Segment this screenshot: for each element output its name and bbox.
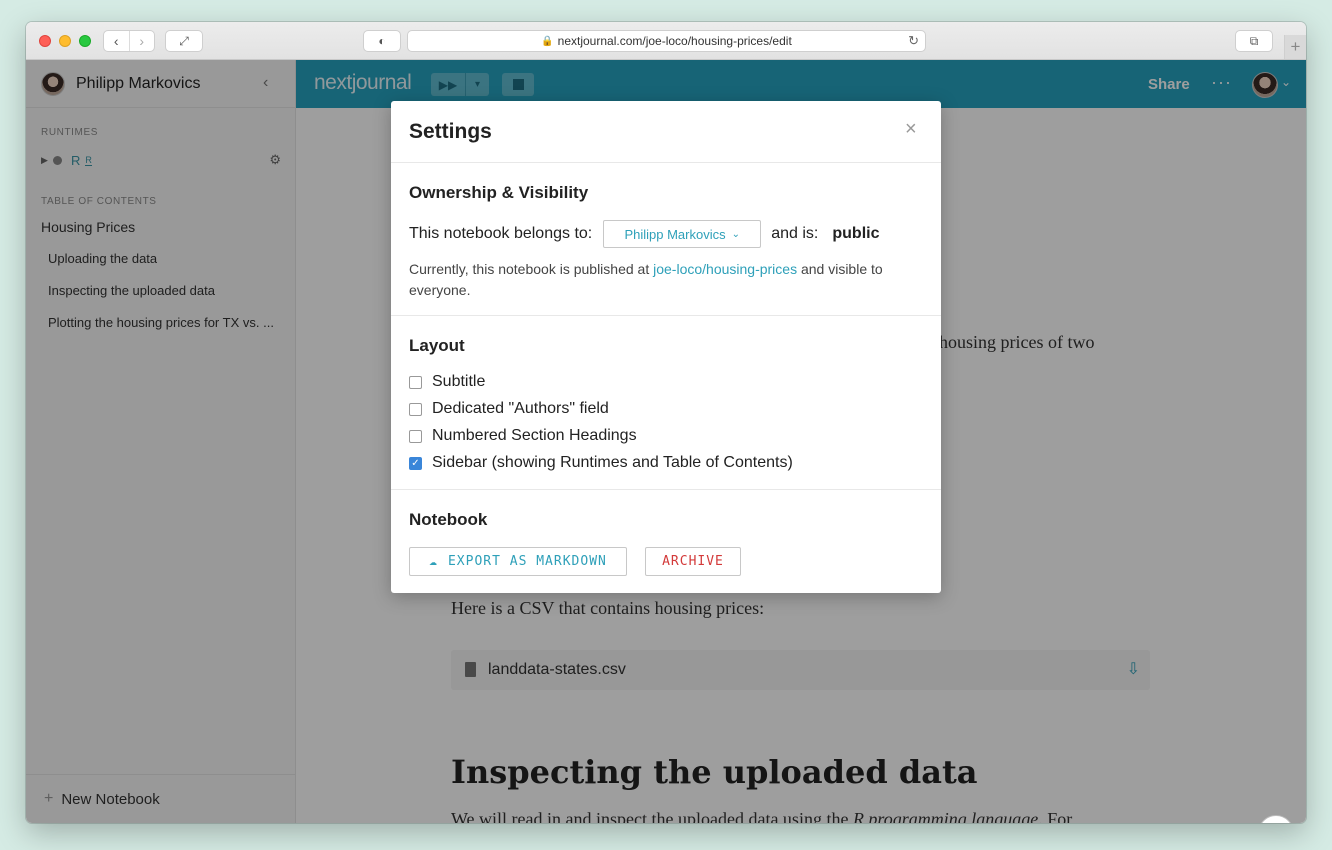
option-label: Numbered Section Headings bbox=[432, 427, 637, 444]
tab-overview-button[interactable]: ⧉ bbox=[1235, 30, 1273, 52]
ownership-section: Ownership & Visibility This notebook bel… bbox=[391, 163, 941, 316]
lock-icon: 🔒 bbox=[541, 35, 554, 47]
forward-button[interactable]: › bbox=[128, 31, 155, 51]
owner-value: Philipp Markovics bbox=[624, 226, 726, 242]
notebook-section: Notebook ☁ EXPORT AS MARKDOWN ARCHIVE bbox=[391, 490, 941, 593]
layout-option-authors[interactable]: Dedicated "Authors" field bbox=[409, 400, 609, 418]
dialog-header: Settings × bbox=[391, 101, 941, 163]
layout-option-sidebar[interactable]: ✓ Sidebar (showing Runtimes and Table of… bbox=[409, 454, 793, 472]
window-minimize-button[interactable] bbox=[59, 35, 71, 47]
publish-note: Currently, this notebook is published at… bbox=[409, 259, 919, 301]
reload-icon[interactable]: ↻ bbox=[908, 33, 919, 49]
toggle-icon: ◐ bbox=[378, 34, 386, 48]
back-button[interactable]: ‹ bbox=[104, 31, 129, 51]
layout-option-subtitle[interactable]: Subtitle bbox=[409, 373, 485, 391]
browser-toolbar: ‹ › ⤢ ◐ 🔒 nextjournal.com/joe-loco/housi… bbox=[26, 22, 1306, 60]
note-text: Currently, this notebook is published at bbox=[409, 261, 654, 277]
layout-option-numbered-headings[interactable]: Numbered Section Headings bbox=[409, 427, 637, 445]
ownership-heading: Ownership & Visibility bbox=[409, 183, 589, 202]
belongs-label: This notebook belongs to: bbox=[409, 225, 593, 242]
tabs-icon: ⧉ bbox=[1249, 33, 1259, 48]
checkbox[interactable] bbox=[409, 429, 422, 443]
export-markdown-button[interactable]: ☁ EXPORT AS MARKDOWN bbox=[409, 547, 627, 576]
address-bar[interactable]: 🔒 nextjournal.com/joe-loco/housing-price… bbox=[407, 30, 926, 52]
archive-button[interactable]: ARCHIVE bbox=[645, 547, 741, 576]
and-is-label: and is: bbox=[771, 225, 819, 242]
dialog-title: Settings bbox=[409, 120, 492, 143]
export-label: EXPORT AS MARKDOWN bbox=[447, 554, 607, 569]
checkbox[interactable]: ✓ bbox=[409, 456, 422, 470]
window-close-button[interactable] bbox=[39, 35, 51, 47]
window-maximize-button[interactable] bbox=[79, 35, 91, 47]
reader-toggle-button[interactable]: ◐ bbox=[363, 30, 401, 52]
option-label: Subtitle bbox=[432, 373, 486, 390]
checkbox[interactable] bbox=[409, 375, 422, 389]
ownership-row: This notebook belongs to: Philipp Markov… bbox=[409, 220, 879, 248]
option-label: Sidebar (showing Runtimes and Table of C… bbox=[432, 454, 793, 471]
chevron-right-icon: › bbox=[139, 33, 145, 49]
visibility-value: public bbox=[832, 225, 880, 242]
checkbox[interactable] bbox=[409, 402, 422, 416]
fullscreen-button[interactable]: ⤢ bbox=[165, 30, 203, 52]
publish-link[interactable]: joe-loco/housing-prices bbox=[653, 261, 797, 277]
nav-buttons: ‹ › bbox=[103, 30, 155, 52]
notebook-heading: Notebook bbox=[409, 510, 488, 529]
browser-window: ‹ › ⤢ ◐ 🔒 nextjournal.com/joe-loco/housi… bbox=[26, 22, 1306, 823]
chevron-left-icon: ‹ bbox=[113, 33, 119, 49]
layout-section: Layout Subtitle Dedicated "Authors" fiel… bbox=[391, 316, 941, 490]
close-icon[interactable]: × bbox=[905, 118, 917, 141]
new-tab-button[interactable]: + bbox=[1284, 35, 1306, 59]
chevron-down-icon: ⌄ bbox=[731, 228, 740, 240]
expand-icon: ⤢ bbox=[179, 33, 189, 48]
owner-select[interactable]: Philipp Markovics ⌄ bbox=[603, 220, 762, 248]
url-text: nextjournal.com/joe-loco/housing-prices/… bbox=[557, 34, 792, 48]
option-label: Dedicated "Authors" field bbox=[432, 400, 609, 417]
cloud-download-icon: ☁ bbox=[429, 554, 438, 569]
plus-icon: + bbox=[1290, 37, 1301, 56]
settings-dialog: Settings × Ownership & Visibility This n… bbox=[391, 101, 941, 593]
layout-heading: Layout bbox=[409, 336, 465, 355]
